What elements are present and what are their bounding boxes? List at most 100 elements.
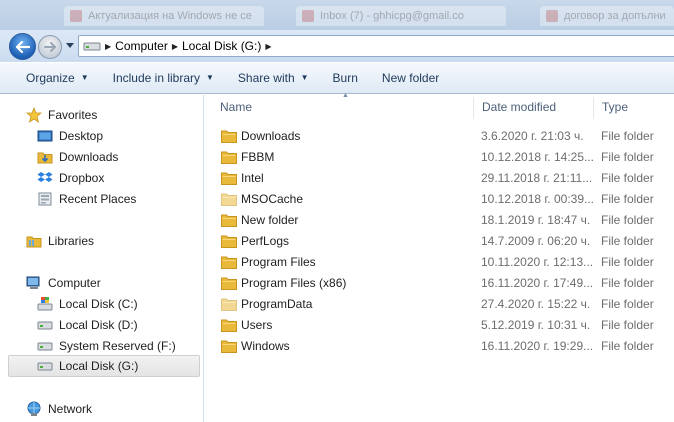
breadcrumb-separator-icon[interactable]: ▶ — [105, 42, 111, 51]
file-row[interactable]: New folder 18.1.2019 г. 18:47 ч. File fold… — [205, 210, 674, 231]
file-name: MSOCache — [241, 192, 304, 206]
file-name: Program Files — [241, 255, 316, 269]
computer-icon — [26, 276, 40, 289]
breadcrumb-computer[interactable]: Computer — [115, 39, 168, 53]
file-row[interactable]: ProgramData 27.4.2020 г. 15:22 ч. File fol… — [205, 294, 674, 315]
file-type: File folder — [601, 318, 654, 332]
file-row[interactable]: Intel 29.11.2018 г. 21:11... File folder — [205, 168, 674, 189]
file-row[interactable]: Program Files (x86) 16.11.2020 г. 17:49..… — [205, 273, 674, 294]
nav-computer[interactable]: Computer — [26, 272, 226, 294]
folder-icon — [221, 172, 237, 185]
drive-icon — [37, 362, 53, 371]
background-tab-3: договор за допълни — [540, 6, 674, 26]
file-row[interactable]: FBBM 10.12.2018 г. 14:25... File folder — [205, 147, 674, 168]
file-list: ▲ Name Date modified Type Downloads 3.6.2… — [205, 92, 674, 422]
burn-button[interactable]: Burn — [321, 66, 370, 90]
column-header-type[interactable]: Type — [593, 95, 673, 119]
file-type: File folder — [601, 255, 654, 269]
libraries-icon — [26, 236, 42, 248]
file-date-modified: 16.11.2020 г. 17:49... — [481, 276, 593, 290]
include-in-library-label: Include in library — [112, 71, 200, 85]
navigation-pane: Favorites Desktop Downloads Dropbox Rece… — [0, 95, 204, 422]
network-icon — [27, 401, 41, 416]
nav-favorites[interactable]: Favorites — [26, 104, 226, 126]
nav-libraries[interactable]: Libraries — [26, 230, 226, 252]
file-name: ProgramData — [241, 297, 313, 311]
file-name: Downloads — [241, 129, 301, 143]
nav-libraries-label: Libraries — [48, 234, 95, 248]
file-type: File folder — [601, 150, 654, 164]
breadcrumb-separator-icon[interactable]: ▶ — [265, 42, 271, 51]
file-date-modified: 5.12.2019 г. 10:31 ч. — [481, 318, 591, 332]
file-name: Intel — [241, 171, 264, 185]
back-button[interactable] — [9, 33, 36, 60]
file-date-modified: 10.11.2020 г. 12:13... — [481, 255, 593, 269]
nav-dropbox-label: Dropbox — [59, 171, 105, 185]
file-date-modified: 10.12.2018 г. 00:39... — [481, 192, 593, 206]
nav-favorites-label: Favorites — [48, 108, 98, 122]
background-tab-1: Актуализация на Windows не се — [64, 6, 264, 26]
background-tab-2: Inbox (7) - ghhicpg@gmail.co — [296, 6, 506, 26]
column-header-date-modified[interactable]: Date modified — [473, 95, 593, 119]
chevron-down-icon: ▼ — [80, 73, 89, 82]
downloads-folder-icon — [37, 152, 53, 164]
file-type: File folder — [601, 234, 654, 248]
file-type: File folder — [601, 297, 654, 311]
file-type: File folder — [601, 192, 654, 206]
forward-arrow-icon — [44, 42, 56, 52]
nav-drive-d-label: Local Disk (D:) — [59, 318, 138, 332]
file-name: New folder — [241, 213, 299, 227]
new-folder-label: New folder — [381, 71, 440, 85]
file-type: File folder — [601, 213, 654, 227]
file-date-modified: 14.7.2009 г. 06:20 ч. — [481, 234, 591, 248]
file-date-modified: 18.1.2019 г. 18:47 ч. — [481, 213, 591, 227]
share-with-label: Share with — [237, 71, 295, 85]
address-box[interactable]: ▶ Computer ▶ Local Disk (G:) ▶ — [78, 35, 674, 57]
nav-recent-places-label: Recent Places — [59, 192, 137, 206]
star-icon — [26, 107, 42, 123]
nav-network[interactable]: Network — [26, 398, 226, 420]
folder-icon — [221, 235, 237, 248]
nav-drive-g[interactable]: Local Disk (G:) — [8, 355, 200, 377]
file-row[interactable]: PerfLogs 14.7.2009 г. 06:20 ч. File folder — [205, 231, 674, 252]
folder-icon — [221, 319, 237, 332]
file-type: File folder — [601, 276, 654, 290]
file-date-modified: 10.12.2018 г. 14:25... — [481, 150, 593, 164]
file-name: PerfLogs — [241, 234, 290, 248]
column-header-name[interactable]: Name — [211, 95, 473, 119]
file-type: File folder — [601, 171, 654, 185]
nav-computer-label: Computer — [48, 276, 101, 290]
file-name: Program Files (x86) — [241, 276, 347, 290]
chevron-down-icon: ▼ — [300, 73, 309, 82]
breadcrumb-separator-icon[interactable]: ▶ — [172, 42, 178, 51]
breadcrumb-local-disk-g[interactable]: Local Disk (G:) — [182, 39, 261, 53]
new-folder-button[interactable]: New folder — [370, 66, 451, 90]
organize-button[interactable]: Organize ▼ — [14, 66, 101, 90]
file-type: File folder — [601, 339, 654, 353]
recent-pages-dropdown-icon[interactable] — [66, 43, 74, 49]
folder-icon — [221, 193, 237, 206]
file-date-modified: 16.11.2020 г. 19:29... — [481, 339, 593, 353]
file-row[interactable]: Windows 16.11.2020 г. 19:29... File folder — [205, 336, 674, 357]
file-row[interactable]: Users 5.12.2019 г. 10:31 ч. File folder — [205, 315, 674, 336]
file-date-modified: 27.4.2020 г. 15:22 ч. — [481, 297, 591, 311]
folder-icon — [221, 151, 237, 164]
recent-places-icon — [38, 192, 52, 206]
address-bar-row: ▶ Computer ▶ Local Disk (G:) ▶ — [0, 30, 674, 62]
drive-icon — [37, 342, 53, 351]
file-row[interactable]: Downloads 3.6.2020 г. 21:03 ч. File folder — [205, 126, 674, 147]
include-in-library-button[interactable]: Include in library ▼ — [101, 66, 226, 90]
file-name: Users — [241, 318, 273, 332]
file-row[interactable]: Program Files 10.11.2020 г. 12:13... File … — [205, 252, 674, 273]
windows-drive-icon — [37, 297, 53, 311]
file-row[interactable]: MSOCache 10.12.2018 г. 00:39... File folde… — [205, 189, 674, 210]
share-with-button[interactable]: Share with ▼ — [226, 66, 321, 90]
back-arrow-icon — [15, 40, 30, 53]
folder-icon — [221, 214, 237, 227]
dropbox-icon — [37, 172, 53, 182]
forward-button[interactable] — [38, 35, 62, 59]
drive-icon — [83, 42, 101, 51]
background-browser-tabs: Актуализация на Windows не се Inbox (7) … — [0, 0, 674, 30]
nav-desktop-label: Desktop — [59, 129, 104, 143]
desktop-icon — [37, 130, 53, 142]
